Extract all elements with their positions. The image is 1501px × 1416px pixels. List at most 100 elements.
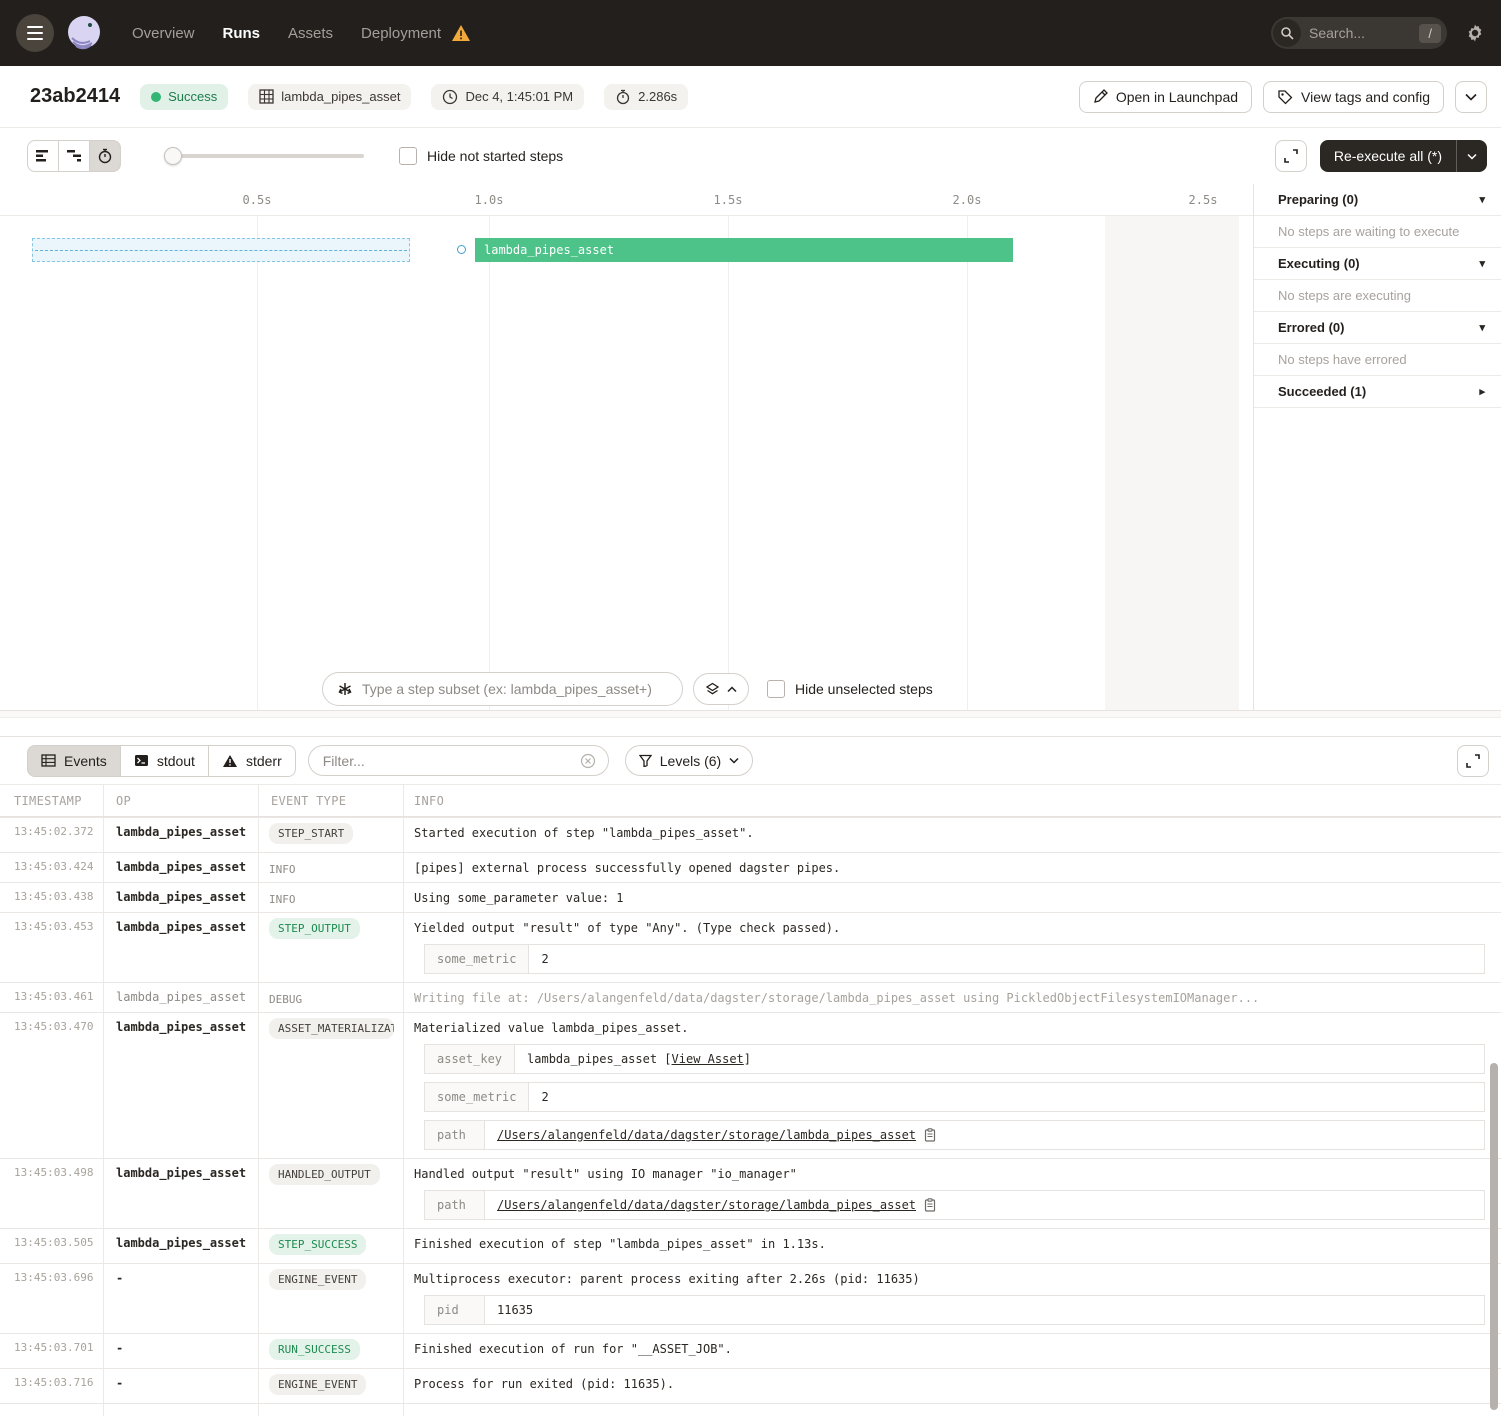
reexecute-all-button[interactable]: Re-execute all (*) [1320, 140, 1487, 172]
nav-item-deployment[interactable]: Deployment [361, 25, 441, 42]
log-message: Writing file at: /Users/alangenfeld/data… [414, 983, 1485, 1012]
status-dot-icon [151, 92, 161, 102]
hide-unselected-checkbox[interactable] [767, 680, 785, 698]
gridline [489, 216, 490, 710]
gantt-expand-button[interactable] [1275, 140, 1307, 172]
metadata-entry: path/Users/alangenfeld/data/dagster/stor… [424, 1190, 1485, 1220]
pencil-icon [1093, 89, 1108, 104]
sidebar-section-executing[interactable]: Executing (0)▾ [1254, 248, 1501, 280]
gridline [257, 216, 258, 710]
panel-splitter[interactable] [0, 710, 1501, 737]
chevron-down-icon [729, 757, 739, 764]
sidebar-section-caption: No steps have errored [1254, 344, 1501, 376]
step-subset-placeholder: Type a step subset (ex: lambda_pipes_ass… [362, 681, 652, 697]
log-panel: Eventsstdoutstderr Filter... Levels (6) … [0, 737, 1501, 1416]
path-link[interactable]: /Users/alangenfeld/data/dagster/storage/… [497, 1125, 916, 1145]
events-tab-icon [41, 754, 56, 767]
log-timestamp: 13:45:03.498 [0, 1159, 104, 1228]
sidebar-section-preparing[interactable]: Preparing (0)▾ [1254, 184, 1501, 216]
tab-events[interactable]: Events [27, 745, 121, 777]
log-row[interactable]: 13:45:03.701-RUN_SUCCESSFinished executi… [0, 1334, 1501, 1369]
nav-item-overview[interactable]: Overview [132, 25, 195, 42]
open-in-launchpad-button[interactable]: Open in Launchpad [1079, 81, 1252, 113]
gantt-start-marker-icon [457, 245, 466, 254]
waterfall-view-icon[interactable] [58, 140, 90, 172]
path-link[interactable]: /Users/alangenfeld/data/dagster/storage/… [497, 1195, 916, 1215]
log-filter-input[interactable]: Filter... [308, 745, 609, 776]
zoom-slider[interactable] [164, 147, 364, 165]
reexecute-dropdown-caret[interactable] [1456, 140, 1487, 172]
log-row[interactable]: 13:45:03.424lambda_pipes_assetINFO[pipes… [0, 853, 1501, 883]
gridline [967, 216, 968, 710]
layers-button[interactable] [693, 673, 749, 705]
flat-view-icon[interactable] [27, 140, 59, 172]
sidebar-section-errored[interactable]: Errored (0)▾ [1254, 312, 1501, 344]
column-header-timestamp: TIMESTAMP [0, 785, 104, 816]
log-message: Using some_parameter value: 1 [414, 883, 1485, 912]
log-info: Process for run exited (pid: 11635). [404, 1369, 1501, 1403]
event-type-pill: STEP_START [269, 823, 353, 844]
log-timestamp: 13:45:03.505 [0, 1229, 104, 1263]
log-row[interactable]: 13:45:02.372lambda_pipes_assetSTEP_START… [0, 818, 1501, 853]
log-event-type: STEP_OUTPUT [259, 913, 404, 982]
log-message: Multiprocess executor: parent process ex… [414, 1264, 1485, 1293]
log-timestamp: 13:45:03.461 [0, 983, 104, 1012]
gear-icon[interactable] [1465, 23, 1485, 43]
event-type-pill: ENGINE_EVENT [269, 1269, 366, 1290]
gantt-step-bar[interactable]: lambda_pipes_asset [475, 238, 1013, 262]
nav-item-assets[interactable]: Assets [288, 25, 333, 42]
log-info: Yielded output "result" of type "Any". (… [404, 913, 1501, 982]
timer-view-icon[interactable] [89, 140, 121, 172]
log-row[interactable]: 13:45:03.470lambda_pipes_assetASSET_MATE… [0, 1013, 1501, 1159]
log-row[interactable]: 13:45:03.438lambda_pipes_assetINFOUsing … [0, 883, 1501, 913]
log-table-header: TIMESTAMPOPEVENT TYPEINFO [0, 784, 1501, 817]
tab-stderr[interactable]: stderr [208, 745, 296, 777]
levels-filter-button[interactable]: Levels (6) [625, 745, 753, 776]
log-row[interactable]: 13:45:03.461lambda_pipes_assetDEBUGWriti… [0, 983, 1501, 1013]
status-badge: Success [140, 84, 228, 110]
log-rows: captured_logsView stdout / stderr13:45:0… [0, 817, 1501, 1416]
caret-expanded-icon: ▾ [1479, 321, 1485, 334]
duration-tag: 2.286s [604, 84, 688, 110]
log-message: Finished execution of step "lambda_pipes… [414, 1229, 1485, 1258]
clock-icon [442, 89, 458, 105]
zoom-slider-thumb[interactable] [164, 147, 182, 165]
copy-icon[interactable] [924, 1198, 936, 1212]
search-input[interactable]: Search... / [1271, 17, 1447, 49]
log-scrollbar[interactable] [1490, 1063, 1498, 1410]
log-message: Started execution of step "lambda_pipes_… [414, 818, 1485, 847]
gantt-chart: 0.5s1.0s1.5s2.0s2.5s lambda_pipes_asset … [0, 184, 1254, 710]
hide-not-started-checkbox[interactable] [399, 147, 417, 165]
log-op: lambda_pipes_asset [104, 1159, 259, 1228]
metadata-value: /Users/alangenfeld/data/dagster/storage/… [485, 1121, 1484, 1149]
hamburger-menu-icon[interactable] [16, 14, 54, 52]
log-filler-row [0, 1404, 1501, 1416]
log-row[interactable]: 13:45:03.498lambda_pipes_assetHANDLED_OU… [0, 1159, 1501, 1229]
nav-item-runs[interactable]: Runs [223, 25, 261, 42]
view-tags-config-button[interactable]: View tags and config [1263, 81, 1444, 113]
job-tag[interactable]: lambda_pipes_asset [248, 84, 411, 110]
dagster-logo[interactable] [62, 11, 106, 55]
timeline-tick-label: 0.5s [243, 193, 272, 207]
log-expand-button[interactable] [1457, 745, 1489, 777]
clear-icon[interactable] [580, 753, 596, 769]
log-op: lambda_pipes_asset [104, 1229, 259, 1263]
caret-expanded-icon: ▾ [1479, 193, 1485, 206]
log-row[interactable]: 13:45:03.716-ENGINE_EVENTProcess for run… [0, 1369, 1501, 1404]
step-subset-input[interactable]: Type a step subset (ex: lambda_pipes_ass… [322, 672, 683, 706]
tab-stdout[interactable]: stdout [120, 745, 209, 777]
log-row[interactable]: 13:45:03.505lambda_pipes_assetSTEP_SUCCE… [0, 1229, 1501, 1264]
log-event-type: STEP_SUCCESS [259, 1229, 404, 1263]
view-asset-link[interactable]: View Asset [672, 1052, 744, 1066]
metadata-key: some_metric [425, 1083, 529, 1111]
log-row[interactable]: 13:45:03.453lambda_pipes_assetSTEP_OUTPU… [0, 913, 1501, 983]
run-actions-dropdown-button[interactable] [1455, 81, 1487, 113]
log-timestamp: 13:45:03.470 [0, 1013, 104, 1158]
copy-icon[interactable] [924, 1128, 936, 1142]
gridline [728, 216, 729, 710]
log-op: lambda_pipes_asset [104, 983, 259, 1012]
log-row[interactable]: 13:45:03.696-ENGINE_EVENTMultiprocess ex… [0, 1264, 1501, 1334]
log-timestamp: 13:45:03.716 [0, 1369, 104, 1403]
timeline-tick-label: 1.5s [714, 193, 743, 207]
sidebar-section-succeeded[interactable]: Succeeded (1)▸ [1254, 376, 1501, 408]
